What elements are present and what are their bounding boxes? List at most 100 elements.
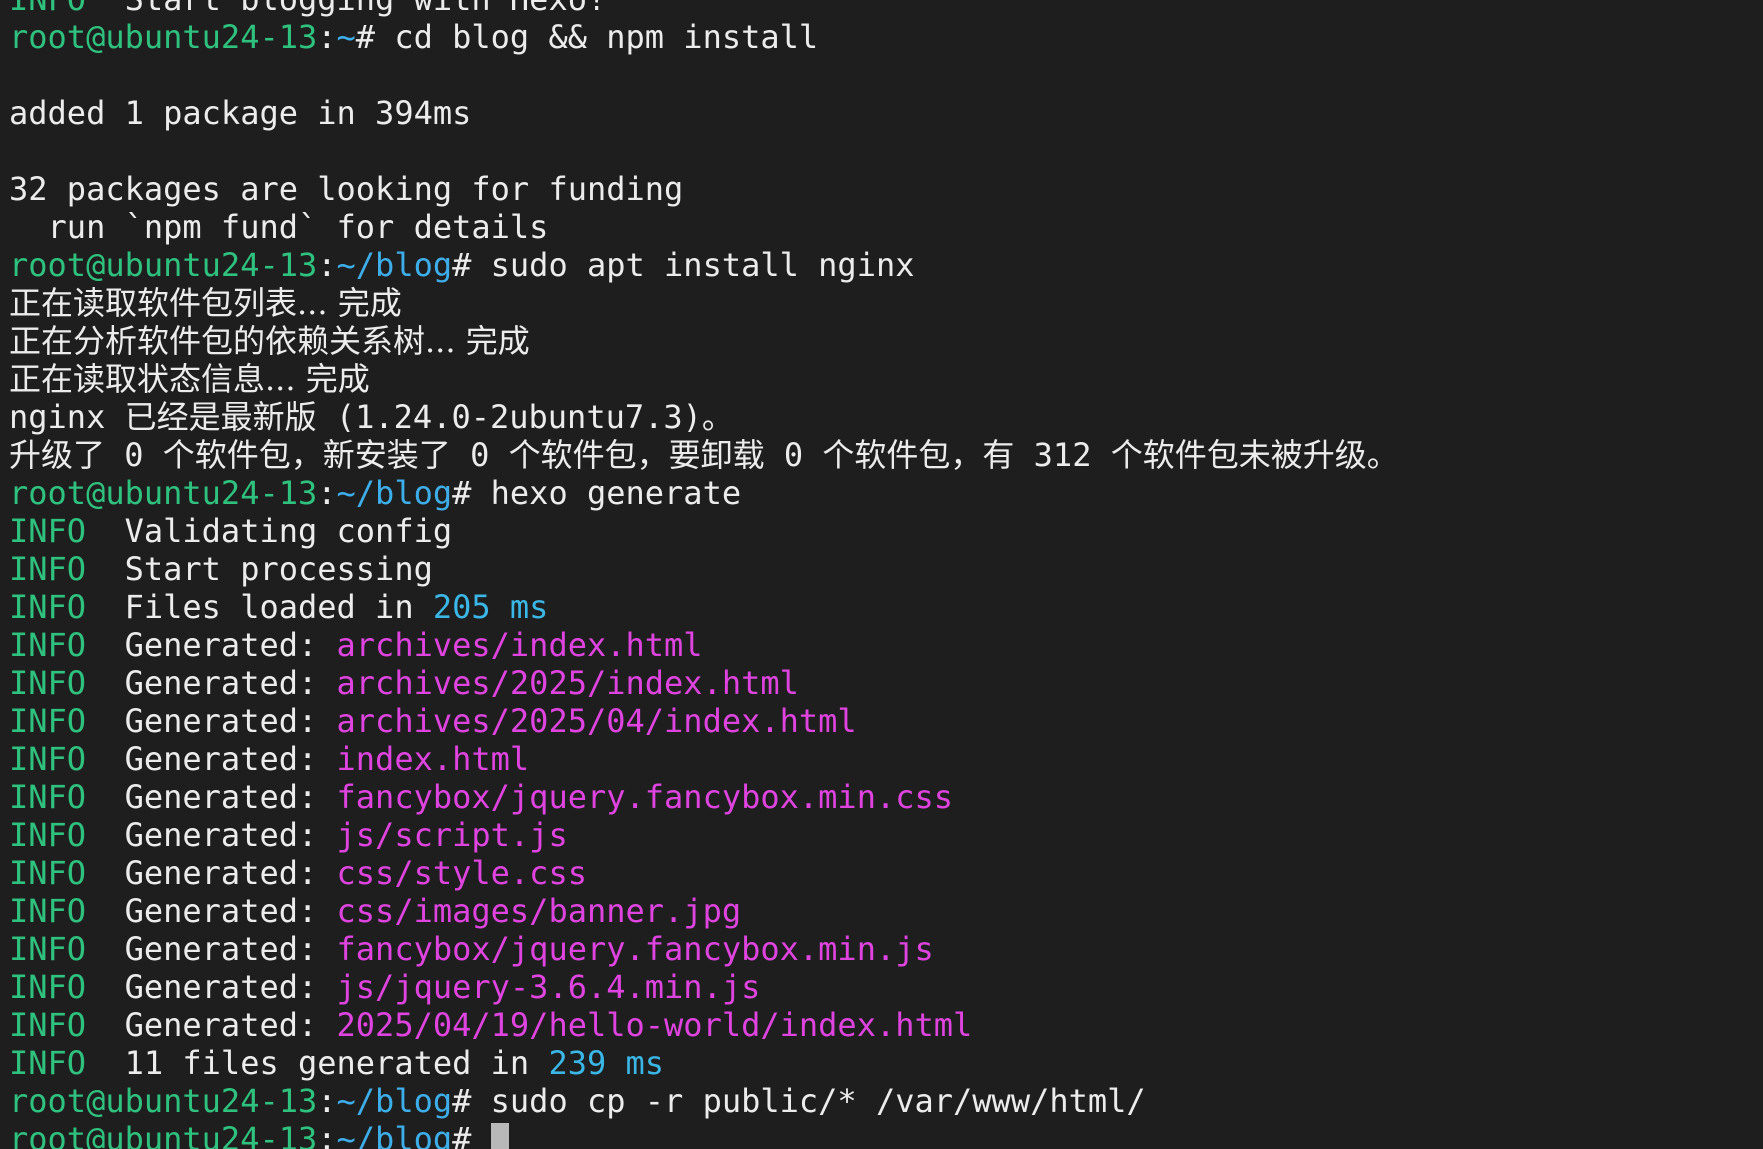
terminal-line: run `npm fund` for details (9, 208, 1763, 246)
terminal-text: Generated: (86, 854, 337, 892)
terminal-line: 升级了 0 个软件包，新安装了 0 个软件包，要卸载 0 个软件包，有 312 … (9, 436, 1763, 474)
terminal-line: INFO Validating config (9, 512, 1763, 550)
generated-file-path: js/script.js (336, 816, 568, 854)
terminal-line: root@ubuntu24-13:~/blog# hexo generate (9, 474, 1763, 512)
terminal-text: Generated: (86, 1006, 337, 1044)
info-level-label: INFO (9, 1044, 87, 1082)
terminal-line: INFO Start processing (9, 550, 1763, 588)
terminal-text: added 1 package in 394ms (9, 94, 472, 132)
prompt-path: ~/blog (336, 474, 453, 512)
generated-file-path: archives/index.html (336, 626, 703, 664)
terminal-line: INFO Generated: css/style.css (9, 854, 1763, 892)
terminal-text: # hexo generate (452, 474, 742, 512)
info-level-label: INFO (9, 550, 87, 588)
terminal-text: Generated: (86, 740, 337, 778)
terminal-line: INFO Start blogging with Hexo! (9, 0, 1763, 18)
terminal-line: root@ubuntu24-13:~/blog# sudo cp -r publ… (9, 1082, 1763, 1120)
terminal-text: : (317, 18, 337, 56)
terminal-text: Start blogging with Hexo! (86, 0, 607, 18)
terminal-text-cjk: 正在读取状态信息... 完成 (9, 360, 370, 398)
generated-file-path: fancybox/jquery.fancybox.min.js (336, 930, 934, 968)
generated-file-path: fancybox/jquery.fancybox.min.css (336, 778, 954, 816)
terminal-text: Generated: (86, 968, 337, 1006)
terminal-line: INFO Generated: js/jquery-3.6.4.min.js (9, 968, 1763, 1006)
terminal-line: INFO Generated: fancybox/jquery.fancybox… (9, 930, 1763, 968)
terminal-text: Generated: (86, 626, 337, 664)
generated-file-path: index.html (336, 740, 530, 778)
terminal-text: nginx 已经是最新版 (1.24.0-2ubuntu7.3)。 (9, 398, 734, 436)
terminal-window[interactable]: INFO Start blogging with Hexo!root@ubunt… (0, 0, 1763, 1149)
info-level-label: INFO (9, 892, 87, 930)
timing-value: 205 ms (432, 588, 549, 626)
terminal-text: 11 files generated in (86, 1044, 549, 1082)
terminal-text: 32 packages are looking for funding (9, 170, 684, 208)
prompt-user-host: root@ubuntu24-13 (9, 1120, 318, 1149)
prompt-user-host: root@ubuntu24-13 (9, 246, 318, 284)
info-level-label: INFO (9, 702, 87, 740)
prompt-path: ~ (336, 18, 356, 56)
terminal-line: added 1 package in 394ms (9, 94, 1763, 132)
terminal-line: INFO Generated: index.html (9, 740, 1763, 778)
info-level-label: INFO (9, 968, 87, 1006)
terminal-line: root@ubuntu24-13:~/blog# (9, 1120, 1763, 1149)
terminal-text: Generated: (86, 816, 337, 854)
terminal-text: Generated: (86, 702, 337, 740)
terminal-line: 32 packages are looking for funding (9, 170, 1763, 208)
generated-file-path: css/style.css (336, 854, 587, 892)
terminal-text: : (317, 474, 337, 512)
info-level-label: INFO (9, 664, 87, 702)
info-level-label: INFO (9, 0, 86, 18)
info-level-label: INFO (9, 1006, 87, 1044)
prompt-user-host: root@ubuntu24-13 (9, 474, 318, 512)
terminal-output: INFO Start blogging with Hexo!root@ubunt… (9, 0, 1763, 1149)
terminal-line: INFO Files loaded in 205 ms (9, 588, 1763, 626)
terminal-text: run `npm fund` for details (9, 208, 549, 246)
terminal-line: INFO 11 files generated in 239 ms (9, 1044, 1763, 1082)
info-level-label: INFO (9, 588, 87, 626)
generated-file-path: js/jquery-3.6.4.min.js (336, 968, 761, 1006)
terminal-text: Generated: (86, 930, 337, 968)
terminal-line: 正在分析软件包的依赖关系树... 完成 (9, 322, 1763, 360)
terminal-text: : (317, 1082, 337, 1120)
terminal-text-cjk: 正在分析软件包的依赖关系树... 完成 (9, 322, 530, 360)
terminal-text: Start processing (86, 550, 433, 588)
generated-file-path: archives/2025/index.html (336, 664, 799, 702)
terminal-text: # sudo apt install nginx (452, 246, 915, 284)
prompt-user-host: root@ubuntu24-13 (9, 18, 318, 56)
terminal-text: 升级了 0 个软件包，新安装了 0 个软件包，要卸载 0 个软件包，有 312 … (9, 436, 1399, 474)
terminal-text: # sudo cp -r public/* /var/www/html/ (452, 1082, 1146, 1120)
info-level-label: INFO (9, 512, 87, 550)
terminal-line: INFO Generated: 2025/04/19/hello-world/i… (9, 1006, 1763, 1044)
terminal-text: : (317, 1120, 337, 1149)
terminal-line: nginx 已经是最新版 (1.24.0-2ubuntu7.3)。 (9, 398, 1763, 436)
terminal-line: INFO Generated: archives/2025/index.html (9, 664, 1763, 702)
timing-value: 239 ms (548, 1044, 665, 1082)
terminal-text: Generated: (86, 664, 337, 702)
cursor-block (490, 1123, 509, 1149)
info-level-label: INFO (9, 854, 87, 892)
terminal-line: 正在读取状态信息... 完成 (9, 360, 1763, 398)
terminal-line: root@ubuntu24-13:~# cd blog && npm insta… (9, 18, 1763, 56)
terminal-line: root@ubuntu24-13:~/blog# sudo apt instal… (9, 246, 1763, 284)
info-level-label: INFO (9, 778, 87, 816)
prompt-path: ~/blog (336, 1120, 453, 1149)
terminal-line: 正在读取软件包列表... 完成 (9, 284, 1763, 322)
info-level-label: INFO (9, 740, 87, 778)
prompt-user-host: root@ubuntu24-13 (9, 1082, 318, 1120)
terminal-text: # cd blog && npm install (355, 18, 819, 56)
generated-file-path: css/images/banner.jpg (336, 892, 742, 930)
terminal-text: Files loaded in (86, 588, 433, 626)
info-level-label: INFO (9, 816, 87, 854)
terminal-line: INFO Generated: css/images/banner.jpg (9, 892, 1763, 930)
info-level-label: INFO (9, 626, 87, 664)
prompt-path: ~/blog (336, 1082, 453, 1120)
terminal-line: INFO Generated: fancybox/jquery.fancybox… (9, 778, 1763, 816)
prompt-path: ~/blog (336, 246, 453, 284)
terminal-text: # (452, 1120, 491, 1149)
terminal-text: Validating config (86, 512, 453, 550)
generated-file-path: archives/2025/04/index.html (336, 702, 857, 740)
generated-file-path: 2025/04/19/hello-world/index.html (336, 1006, 973, 1044)
terminal-text: : (317, 246, 337, 284)
